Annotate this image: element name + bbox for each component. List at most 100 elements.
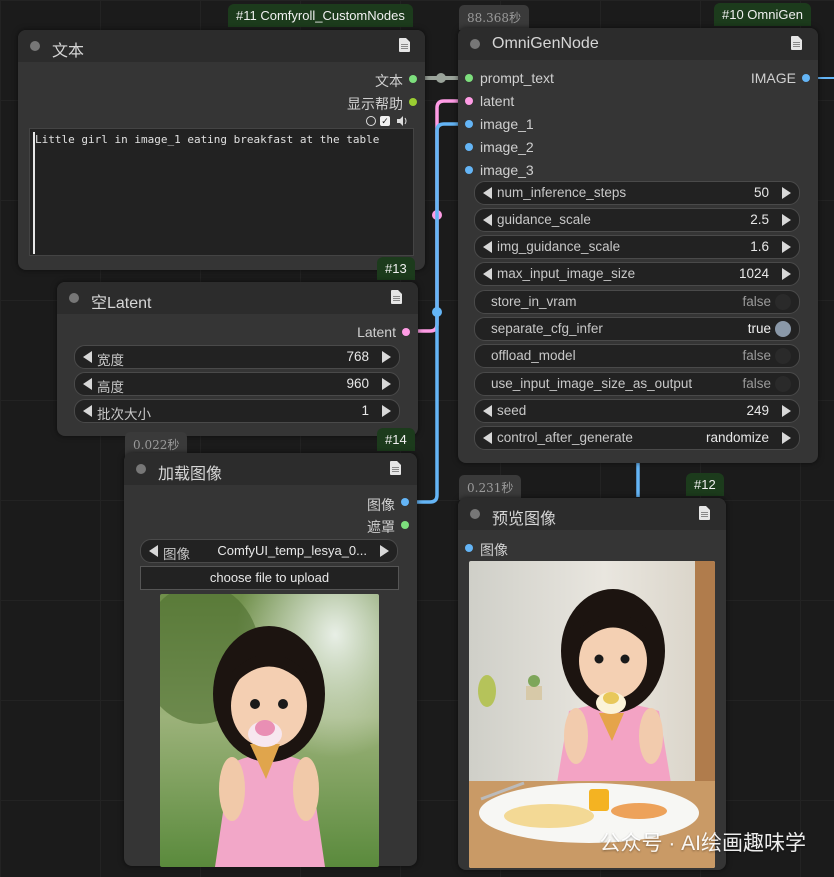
increment-arrow-icon[interactable] <box>382 351 391 363</box>
toggle-off-icon[interactable] <box>775 294 791 310</box>
increment-arrow-icon[interactable] <box>382 405 391 417</box>
use-input-image-size-toggle[interactable]: use_input_image_size_as_output false <box>474 372 800 396</box>
decrement-arrow-icon[interactable] <box>483 241 492 253</box>
node-header[interactable]: OmniGenNode <box>458 28 818 60</box>
output-image[interactable]: IMAGE <box>751 70 796 86</box>
collapse-dot-icon[interactable] <box>470 39 480 49</box>
increment-arrow-icon[interactable] <box>382 378 391 390</box>
text-cursor <box>33 132 35 254</box>
max-input-image-size-widget[interactable]: max_input_image_size 1024 <box>474 262 800 286</box>
collapse-dot-icon[interactable] <box>470 509 480 519</box>
node-header[interactable]: 加载图像 <box>124 453 417 485</box>
store-in-vram-toggle[interactable]: store_in_vram false <box>474 290 800 314</box>
input-latent[interactable]: latent <box>480 93 514 109</box>
increment-arrow-icon[interactable] <box>782 405 791 417</box>
preview-image-node[interactable]: 预览图像 图像 <box>458 498 726 870</box>
width-widget[interactable]: 宽度 768 <box>74 345 400 369</box>
document-icon[interactable] <box>699 506 710 520</box>
widget-label: use_input_image_size_as_output <box>491 376 693 391</box>
collapse-dot-icon[interactable] <box>69 293 79 303</box>
circle-icon[interactable] <box>366 116 376 126</box>
decrement-arrow-icon[interactable] <box>83 351 92 363</box>
input-image-2[interactable]: image_2 <box>480 139 534 155</box>
prompt-textarea[interactable]: Little girl in image_1 eating breakfast … <box>29 128 414 256</box>
separate-cfg-infer-toggle[interactable]: separate_cfg_infer true <box>474 317 800 341</box>
output-port-image[interactable] <box>802 74 810 82</box>
toggle-on-icon[interactable] <box>775 321 791 337</box>
output-show-help[interactable]: 显示帮助 <box>347 94 403 114</box>
document-icon[interactable] <box>791 36 802 50</box>
input-port-image[interactable] <box>465 544 473 552</box>
toggle-off-icon[interactable] <box>775 348 791 364</box>
input-image[interactable]: 图像 <box>480 540 508 560</box>
widget-value: 2.5 <box>750 212 769 227</box>
decrement-arrow-icon[interactable] <box>483 405 492 417</box>
output-label: 文本 <box>375 73 403 89</box>
output-port-latent[interactable] <box>402 328 410 336</box>
load-image-node[interactable]: 加载图像 图像 遮罩 图像 ComfyUI_temp_lesya_0... ch… <box>124 453 417 867</box>
input-image-1[interactable]: image_1 <box>480 116 534 132</box>
output-latent[interactable]: Latent <box>357 324 396 340</box>
decrement-arrow-icon[interactable] <box>483 268 492 280</box>
output-port-mask[interactable] <box>401 521 409 529</box>
checkbox-icon[interactable]: ✓ <box>380 116 390 126</box>
output-mask[interactable]: 遮罩 <box>367 517 395 537</box>
increment-arrow-icon[interactable] <box>782 187 791 199</box>
input-image-3[interactable]: image_3 <box>480 162 534 178</box>
document-icon[interactable] <box>391 290 402 304</box>
output-image[interactable]: 图像 <box>367 495 395 515</box>
output-port-show-help[interactable] <box>409 98 417 106</box>
document-icon[interactable] <box>390 461 401 475</box>
decrement-arrow-icon[interactable] <box>83 378 92 390</box>
batch-size-widget[interactable]: 批次大小 1 <box>74 399 400 423</box>
guidance-scale-widget[interactable]: guidance_scale 2.5 <box>474 208 800 232</box>
upload-button[interactable]: choose file to upload <box>140 566 399 590</box>
decrement-arrow-icon[interactable] <box>483 214 492 226</box>
input-port-prompt-text[interactable] <box>465 74 473 82</box>
prompt-text: Little girl in image_1 eating breakfast … <box>35 133 380 146</box>
increment-arrow-icon[interactable] <box>782 241 791 253</box>
collapse-dot-icon[interactable] <box>136 464 146 474</box>
increment-arrow-icon[interactable] <box>782 432 791 444</box>
increment-arrow-icon[interactable] <box>380 545 389 557</box>
input-label: latent <box>480 93 515 109</box>
input-port-image-3[interactable] <box>465 166 473 174</box>
offload-model-toggle[interactable]: offload_model false <box>474 344 800 368</box>
increment-arrow-icon[interactable] <box>782 214 791 226</box>
decrement-arrow-icon[interactable] <box>149 545 158 557</box>
node-title: 加载图像 <box>158 466 223 483</box>
empty-latent-node[interactable]: 空Latent Latent 宽度 768 高度 960 批次大小 1 <box>57 282 418 436</box>
decrement-arrow-icon[interactable] <box>483 187 492 199</box>
text-node[interactable]: 文本 文本 显示帮助 ✓ Little girl in image_1 eati… <box>18 30 425 270</box>
widget-value: true <box>747 321 771 336</box>
input-prompt-text[interactable]: prompt_text <box>480 70 554 86</box>
widget-label: control_after_generate <box>497 430 633 445</box>
output-port-image[interactable] <box>401 498 409 506</box>
node-header[interactable]: 预览图像 <box>458 498 726 530</box>
node-id-badge: #12 <box>686 473 724 496</box>
height-widget[interactable]: 高度 960 <box>74 372 400 396</box>
node-header[interactable]: 空Latent <box>57 282 418 314</box>
decrement-arrow-icon[interactable] <box>483 432 492 444</box>
output-text[interactable]: 文本 <box>375 71 403 91</box>
output-label: Latent <box>357 324 396 340</box>
image-select-widget[interactable]: 图像 ComfyUI_temp_lesya_0... <box>140 539 398 563</box>
input-port-image-1[interactable] <box>465 120 473 128</box>
input-port-latent[interactable] <box>465 97 473 105</box>
img-guidance-scale-widget[interactable]: img_guidance_scale 1.6 <box>474 235 800 259</box>
output-port-text[interactable] <box>409 75 417 83</box>
omnigen-node[interactable]: OmniGenNode prompt_text latent image_1 i… <box>458 28 818 463</box>
decrement-arrow-icon[interactable] <box>83 405 92 417</box>
node-header[interactable]: 文本 <box>18 30 425 62</box>
document-icon[interactable] <box>399 38 410 52</box>
speaker-icon[interactable] <box>396 116 408 126</box>
control-after-generate-widget[interactable]: control_after_generate randomize <box>474 426 800 450</box>
collapse-dot-icon[interactable] <box>30 41 40 51</box>
toggle-off-icon[interactable] <box>775 376 791 392</box>
num-inference-steps-widget[interactable]: num_inference_steps 50 <box>474 181 800 205</box>
input-port-image-2[interactable] <box>465 143 473 151</box>
output-label: 显示帮助 <box>347 96 403 112</box>
increment-arrow-icon[interactable] <box>782 268 791 280</box>
seed-widget[interactable]: seed 249 <box>474 399 800 423</box>
widget-label: offload_model <box>491 348 576 363</box>
